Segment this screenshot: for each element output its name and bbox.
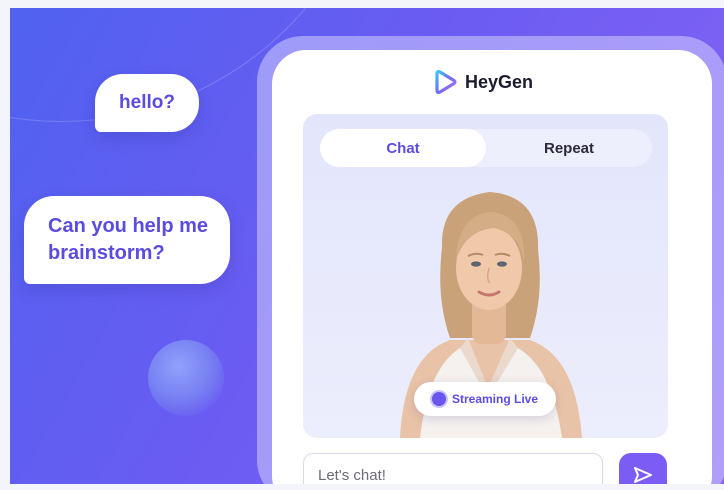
send-icon	[634, 467, 652, 483]
tab-chat[interactable]: Chat	[320, 129, 486, 167]
tab-repeat[interactable]: Repeat	[486, 129, 652, 167]
image-border-left	[0, 0, 10, 490]
chat-bubble-text: hello?	[119, 92, 175, 113]
mode-tabs: Chat Repeat	[320, 129, 652, 167]
chat-bubble-brainstorm: Can you help me brainstorm?	[24, 196, 230, 284]
tab-label: Repeat	[543, 139, 595, 157]
live-dot-icon	[431, 392, 446, 406]
image-border-top	[0, 0, 724, 8]
image-border-bottom	[0, 484, 724, 490]
chat-bubble-text: brainstorm?	[48, 242, 165, 264]
decorative-orb	[148, 340, 224, 416]
app-logo: HeyGen	[433, 68, 533, 96]
promo-canvas: hello? Can you help me brainstorm? HeyGe…	[0, 0, 724, 490]
brand-name: HeyGen	[465, 71, 534, 92]
streaming-live-badge: Streaming Live	[414, 382, 556, 416]
tab-label: Chat	[386, 139, 420, 157]
streaming-live-label: Streaming Live	[451, 392, 539, 406]
chat-bubble-text: Can you help me	[48, 215, 209, 237]
chat-bubble-hello: hello?	[95, 74, 199, 132]
heygen-logo-icon	[435, 69, 457, 95]
